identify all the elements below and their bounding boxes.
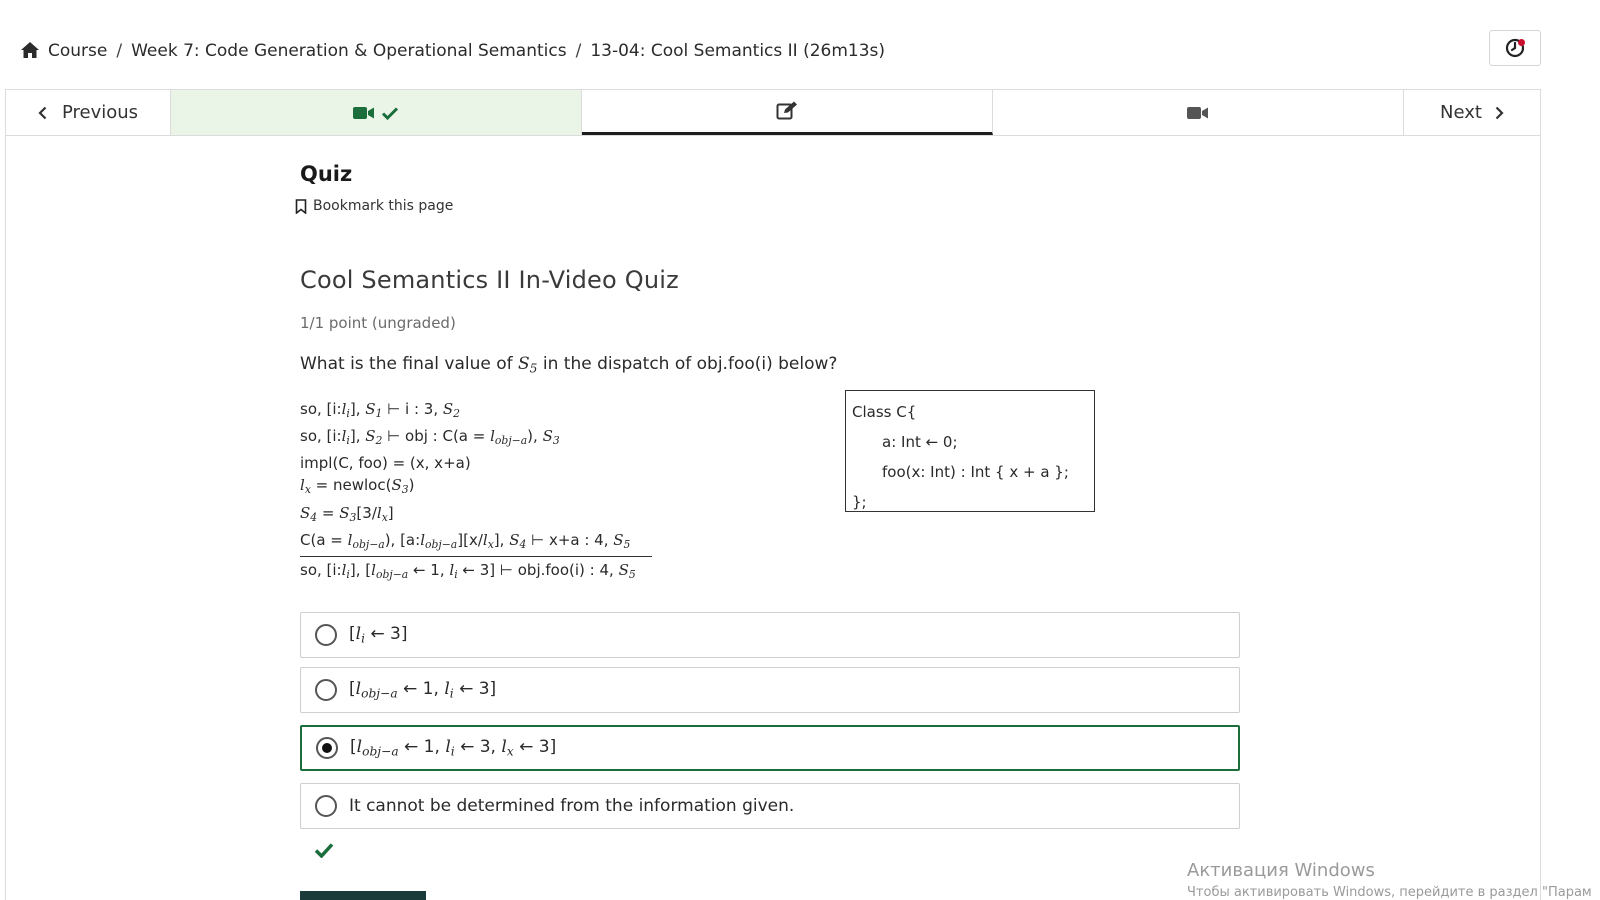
- question-suffix: in the dispatch of obj.foo(i) below?: [542, 354, 838, 374]
- chevron-right-icon: [1495, 106, 1504, 119]
- rule-line: C(a = lobj−a), [a:lobj−a][x/lx], S4 ⊢ x+…: [300, 530, 631, 552]
- choice-option-2[interactable]: [lobj−a ← 1, li ← 3]: [300, 667, 1240, 713]
- class-line: a: Int ← 0;: [882, 433, 958, 451]
- next-button[interactable]: Next: [1404, 90, 1540, 135]
- question-prefix: What is the final value of: [300, 354, 513, 374]
- breadcrumb-current: 13-04: Cool Semantics II (26m13s): [590, 41, 886, 61]
- submit-button[interactable]: [300, 891, 426, 900]
- class-line: Class C{: [852, 403, 917, 421]
- watermark-title: Активация Windows: [1187, 860, 1375, 881]
- choice-label: It cannot be determined from the informa…: [349, 796, 795, 816]
- bookmark-button[interactable]: Bookmark this page: [295, 198, 453, 214]
- radio-button[interactable]: [315, 624, 337, 646]
- bookmark-label: Bookmark this page: [313, 198, 454, 214]
- rule-line: impl(C, foo) = (x, x+a): [300, 454, 471, 473]
- choice-option-4[interactable]: It cannot be determined from the informa…: [300, 783, 1240, 829]
- bookmark-icon: [295, 198, 307, 214]
- tab-video[interactable]: [993, 90, 1404, 135]
- radio-button-checked[interactable]: [316, 737, 338, 759]
- tab-quiz-active[interactable]: [582, 90, 993, 135]
- question-text: What is the final value of S5 in the dis…: [300, 354, 837, 376]
- class-line: };: [852, 493, 867, 511]
- edit-icon: [776, 101, 797, 120]
- choice-label: [lobj−a ← 1, li ← 3]: [349, 679, 497, 701]
- video-icon: [353, 106, 374, 119]
- breadcrumb: Course / Week 7: Code Generation & Opera…: [20, 38, 885, 64]
- choice-option-1[interactable]: [li ← 3]: [300, 612, 1240, 658]
- next-label: Next: [1440, 102, 1482, 123]
- radio-button[interactable]: [315, 795, 337, 817]
- breadcrumb-separator: /: [575, 41, 582, 61]
- watermark-subtitle: Чтобы активировать Windows, перейдите в …: [1187, 885, 1592, 900]
- choice-label: [lobj−a ← 1, li ← 3, lx ← 3]: [350, 737, 557, 759]
- rule-line: so, [i:li], S1 ⊢ i : 3, S2: [300, 400, 461, 421]
- choice-option-3-selected[interactable]: [lobj−a ← 1, li ← 3, lx ← 3]: [300, 725, 1240, 771]
- question-variable: S5: [518, 354, 538, 376]
- class-definition-box: Class C{ a: Int ← 0; foo(x: Int) : Int {…: [845, 390, 1095, 512]
- previous-label: Previous: [61, 102, 139, 123]
- question-var-letter: S: [518, 354, 530, 374]
- question-var-sub: 5: [529, 361, 538, 376]
- windows-activation-watermark: Активация Windows Чтобы активировать Win…: [1187, 860, 1592, 900]
- semantic-rule-premises: so, [i:li], S1 ⊢ i : 3, S2 so, [i:li], S…: [300, 398, 630, 556]
- tab-video-completed[interactable]: [171, 90, 582, 135]
- home-icon[interactable]: [20, 41, 40, 61]
- checkmark-icon: [314, 843, 334, 858]
- radio-button[interactable]: [315, 679, 337, 701]
- rule-line: S4 = S3[3/lx]: [300, 503, 394, 524]
- breadcrumb-course[interactable]: Course: [48, 41, 107, 61]
- unit-title: Quiz: [300, 162, 353, 186]
- chevron-left-icon: [38, 106, 47, 119]
- class-line: foo(x: Int) : Int { x + a };: [882, 463, 1069, 481]
- check-icon: [381, 106, 399, 120]
- course-frame: [5, 89, 1541, 900]
- rule-line: lx = newloc(S3): [300, 476, 415, 497]
- problem-points: 1/1 point (ungraded): [300, 314, 456, 332]
- rule-conclusion: so, [i:li], [lobj−a ← 1, li ← 3] ⊢ obj.f…: [300, 561, 636, 582]
- notification-dot: [1518, 39, 1525, 46]
- choice-label: [li ← 3]: [349, 624, 408, 646]
- problem-title: Cool Semantics II In-Video Quiz: [300, 266, 679, 294]
- video-icon: [1187, 106, 1208, 119]
- radio-dot: [322, 743, 332, 753]
- breadcrumb-week[interactable]: Week 7: Code Generation & Operational Se…: [131, 41, 567, 61]
- breadcrumb-separator: /: [116, 41, 123, 61]
- notifications-button[interactable]: [1489, 30, 1541, 66]
- rule-line: so, [i:li], S2 ⊢ obj : C(a = lobj−a), S3: [300, 427, 560, 448]
- sequence-nav: Previous Next: [5, 89, 1541, 136]
- previous-button[interactable]: Previous: [6, 90, 171, 135]
- inference-bar: [300, 556, 652, 557]
